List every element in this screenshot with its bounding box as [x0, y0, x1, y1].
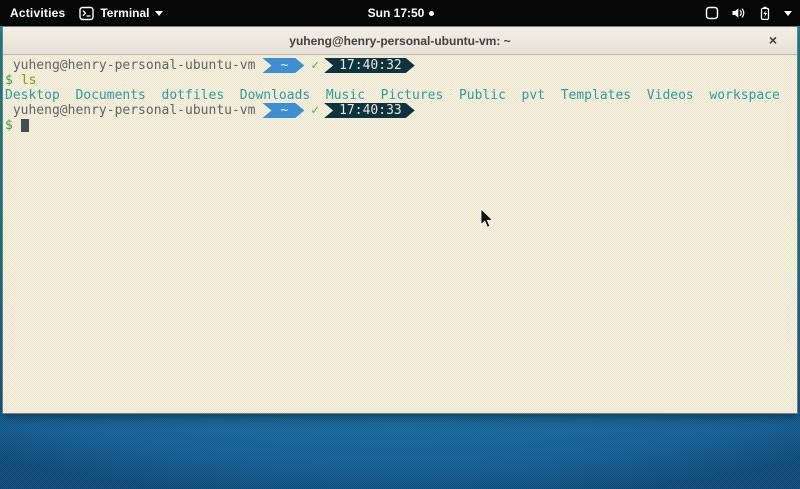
prompt-symbol: $ [5, 73, 13, 88]
terminal-window: yuheng@henry-personal-ubuntu-vm: ~ × yuh… [2, 26, 798, 414]
prompt-line: yuheng@henry-personal-ubuntu-vm ~ ✓ 17:4… [5, 103, 797, 118]
activities-button[interactable]: Activities [10, 6, 65, 20]
top-bar: Activities Terminal Sun 17:50 [0, 0, 800, 26]
screen-icon [705, 6, 719, 20]
input-line: $ [5, 118, 797, 133]
clock-label: Sun 17:50 [368, 6, 425, 20]
chevron-down-icon [784, 11, 792, 16]
command-line: $ ls [5, 73, 797, 88]
app-menu[interactable]: Terminal [79, 6, 163, 21]
prompt-path-segment: ~ [262, 58, 304, 73]
prompt-host: yuheng@henry-personal-ubuntu-vm [5, 58, 255, 73]
window-titlebar[interactable]: yuheng@henry-personal-ubuntu-vm: ~ × [3, 27, 797, 55]
terminal-icon [79, 6, 94, 21]
text-cursor [21, 119, 29, 132]
terminal-body[interactable]: yuheng@henry-personal-ubuntu-vm ~ ✓ 17:4… [3, 55, 797, 413]
prompt-time-segment: 17:40:33 [324, 103, 415, 118]
battery-charging-icon [758, 6, 772, 21]
command-text: ls [21, 73, 37, 88]
prompt-path-segment: ~ [262, 103, 304, 118]
close-button[interactable]: × [765, 33, 781, 49]
check-icon: ✓ [311, 58, 319, 73]
prompt-symbol: $ [5, 118, 13, 133]
prompt-time-segment: 17:40:32 [324, 58, 415, 73]
ls-output: Desktop Documents dotfiles Downloads Mus… [5, 88, 797, 103]
clock-menu[interactable]: Sun 17:50 [368, 6, 435, 20]
app-menu-label: Terminal [100, 6, 149, 20]
window-title: yuheng@henry-personal-ubuntu-vm: ~ [289, 34, 510, 48]
volume-icon [731, 6, 746, 20]
prompt-line: yuheng@henry-personal-ubuntu-vm ~ ✓ 17:4… [5, 58, 797, 73]
chevron-down-icon [155, 11, 163, 16]
prompt-host: yuheng@henry-personal-ubuntu-vm [5, 103, 255, 118]
system-tray-menu[interactable] [705, 6, 792, 21]
check-icon: ✓ [311, 103, 319, 118]
